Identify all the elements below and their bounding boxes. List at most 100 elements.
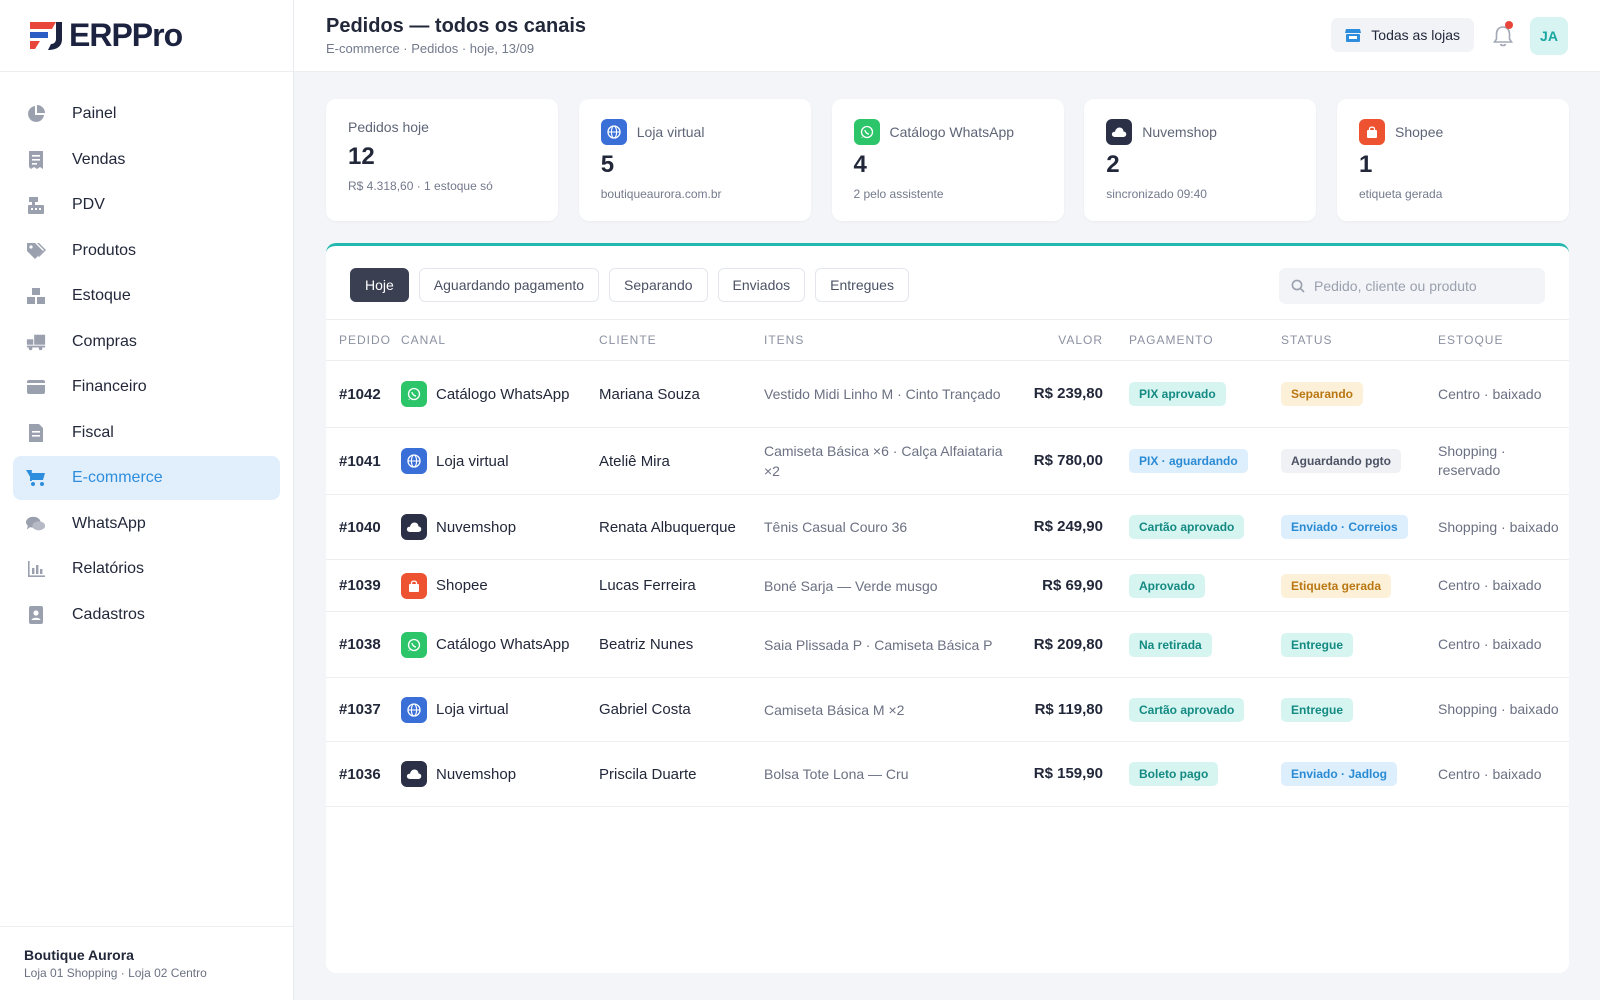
column-header-cliente[interactable]: CLIENTE [599, 319, 764, 361]
sidebar-item-label: PDV [72, 196, 105, 213]
table-row[interactable]: #1038 Catálogo WhatsApp Beatriz Nunes Saia … [326, 611, 1569, 678]
customer-name: Priscila Duarte [599, 741, 764, 807]
notification-dot [1505, 21, 1513, 29]
order-number[interactable]: #1041 [326, 427, 401, 495]
sidebar-item-compras[interactable]: Compras [13, 320, 280, 364]
wallet-icon [26, 377, 46, 397]
table-row[interactable]: #1042 Catálogo WhatsApp Mariana Souza Vesti… [326, 360, 1569, 428]
payment-cell: PIX · aguardando [1129, 427, 1281, 495]
order-number[interactable]: #1042 [326, 360, 401, 428]
stat-card-shopee[interactable]: Shopee 1 etiqueta gerada [1337, 99, 1569, 221]
order-items: Boné Sarja — Verde musgo [764, 559, 1023, 612]
sidebar-item-label: E-commerce [72, 469, 163, 486]
table-row[interactable]: #1040 Nuvemshop Renata Albuquerque Tênis Ca… [326, 494, 1569, 560]
column-header-canal[interactable]: CANAL [401, 319, 599, 361]
tag-icon [26, 241, 46, 261]
company-stores: Loja 01 Shopping · Loja 02 Centro [24, 966, 207, 980]
stock-status: Centro · baixado [1438, 611, 1569, 678]
payment-badge: Cartão aprovado [1129, 515, 1245, 539]
sidebar-item-label: Compras [72, 332, 137, 350]
topbar: Pedidos — todos os canais E-commerce · P… [294, 0, 1600, 72]
document-icon [26, 423, 46, 443]
stat-value: 1 [1359, 151, 1373, 178]
sidebar: ERPPro Painel Vendas PDV Produtos Estoqu… [0, 0, 294, 1000]
cart-icon [26, 468, 46, 488]
globe-icon [401, 448, 427, 474]
sidebar-item-fiscal[interactable]: Fiscal [13, 411, 280, 455]
payment-badge: PIX · aguardando [1129, 449, 1248, 473]
app-logo[interactable]: ERPPro [0, 0, 293, 72]
order-items: Camiseta Básica M ×2 [764, 677, 1023, 742]
status-badge: Etiqueta gerada [1281, 573, 1392, 598]
stat-card-orders-today[interactable]: Pedidos hoje 12 R$ 4.318,60 · 1 estoque … [326, 99, 558, 221]
store-selector-button[interactable]: Todas as lojas [1331, 18, 1474, 52]
column-header-valor[interactable]: VALOR [1023, 319, 1129, 361]
sidebar-item-estoque[interactable]: Estoque [13, 274, 280, 318]
channel-cell: Catálogo WhatsApp [401, 360, 599, 428]
stat-card-catalogo-whatsapp[interactable]: Catálogo WhatsApp 4 2 pelo assistente [831, 99, 1064, 221]
channel-cell: Nuvemshop [401, 494, 599, 560]
sidebar-item-relatorios[interactable]: Relatórios [13, 547, 280, 591]
table-row[interactable]: #1037 Loja virtual Gabriel Costa Camiseta B… [326, 677, 1569, 742]
column-header-itens[interactable]: ITENS [764, 319, 1023, 361]
order-items: Saia Plissada P · Camiseta Básica P [764, 611, 1023, 678]
stock-status: Shopping · baixado [1438, 677, 1569, 742]
stock-status: Centro · baixado [1438, 559, 1569, 612]
stat-title: Pedidos hoje [348, 119, 429, 135]
status-cell: Separando [1281, 360, 1438, 428]
status-cell: Enviado · Jadlog [1281, 741, 1438, 807]
status-cell: Enviado · Correios [1281, 494, 1438, 560]
order-number[interactable]: #1039 [326, 559, 401, 612]
sidebar-item-vendas[interactable]: Vendas [13, 138, 280, 182]
order-number[interactable]: #1036 [326, 741, 401, 807]
whatsapp-icon [853, 119, 880, 145]
tab-hoje[interactable]: Hoje [350, 268, 409, 302]
chat-icon [26, 514, 46, 534]
sidebar-item-painel[interactable]: Painel [13, 92, 280, 136]
status-badge: Enviado · Jadlog [1281, 762, 1398, 786]
order-number[interactable]: #1038 [326, 611, 401, 678]
tab-separando[interactable]: Separando [609, 268, 708, 302]
sidebar-item-financeiro[interactable]: Financeiro [13, 365, 280, 409]
status-badge: Entregue [1281, 632, 1354, 657]
sidebar-item-produtos[interactable]: Produtos [13, 229, 280, 273]
sidebar-item-label: Fiscal [72, 423, 114, 441]
stat-card-nuvemshop[interactable]: Nuvemshop 2 sincronizado 09:40 [1084, 99, 1317, 221]
status-cell: Entregue [1281, 677, 1438, 742]
search-input[interactable] [1314, 278, 1534, 294]
company-info[interactable]: Boutique Aurora Loja 01 Shopping · Loja … [0, 926, 293, 1000]
status-cell: Aguardando pgto [1281, 427, 1438, 495]
column-header-status[interactable]: STATUS [1281, 319, 1438, 361]
column-header-pagamento[interactable]: PAGAMENTO [1129, 319, 1281, 361]
stat-title: Loja virtual [636, 124, 705, 140]
table-row[interactable]: #1041 Loja virtual Ateliê Mira Camiseta Bás… [326, 427, 1569, 495]
stock-status: Shopping · reservado [1438, 427, 1569, 495]
order-value: R$ 780,00 [1023, 427, 1129, 495]
payment-badge: Cartão aprovado [1129, 697, 1245, 722]
order-number[interactable]: #1037 [326, 677, 401, 742]
sidebar-item-e-commerce[interactable]: E-commerce [13, 456, 280, 500]
tab-enviados[interactable]: Enviados [717, 268, 806, 302]
order-number[interactable]: #1040 [326, 494, 401, 560]
stats-cards: Pedidos hoje 12 R$ 4.318,60 · 1 estoque … [326, 99, 1569, 221]
filter-tabs: Hoje Aguardando pagamento Separando Envi… [350, 268, 919, 302]
customer-name: Gabriel Costa [599, 677, 764, 742]
user-avatar[interactable]: JA [1530, 17, 1568, 55]
notifications-button[interactable] [1492, 21, 1514, 48]
order-value: R$ 69,90 [1023, 559, 1129, 612]
sidebar-item-label: Painel [72, 105, 117, 122]
table-header: PEDIDO CANAL CLIENTE ITENS VALOR PAGAMEN… [326, 319, 1569, 361]
tab-aguardando-pagamento[interactable]: Aguardando pagamento [418, 268, 600, 302]
sidebar-item-cadastros[interactable]: Cadastros [13, 593, 280, 637]
stat-subtitle: sincronizado 09:40 [1106, 187, 1207, 201]
sidebar-item-pdv[interactable]: PDV [13, 183, 280, 227]
table-row[interactable]: #1039 Shopee Lucas Ferreira Boné Sarja — Ve… [326, 559, 1569, 612]
stat-card-loja-virtual[interactable]: Loja virtual 5 boutiqueaurora.com.br [578, 99, 811, 221]
order-value: R$ 159,90 [1023, 741, 1129, 807]
column-header-pedido[interactable]: PEDIDO [326, 319, 401, 361]
sidebar-item-whatsapp[interactable]: WhatsApp [13, 502, 280, 546]
column-header-estoque[interactable]: ESTOQUE [1438, 319, 1569, 361]
tab-entregues[interactable]: Entregues [815, 268, 909, 302]
table-row[interactable]: #1036 Nuvemshop Priscila Duarte Bolsa Tote … [326, 741, 1569, 807]
sidebar-item-label: WhatsApp [72, 514, 146, 532]
